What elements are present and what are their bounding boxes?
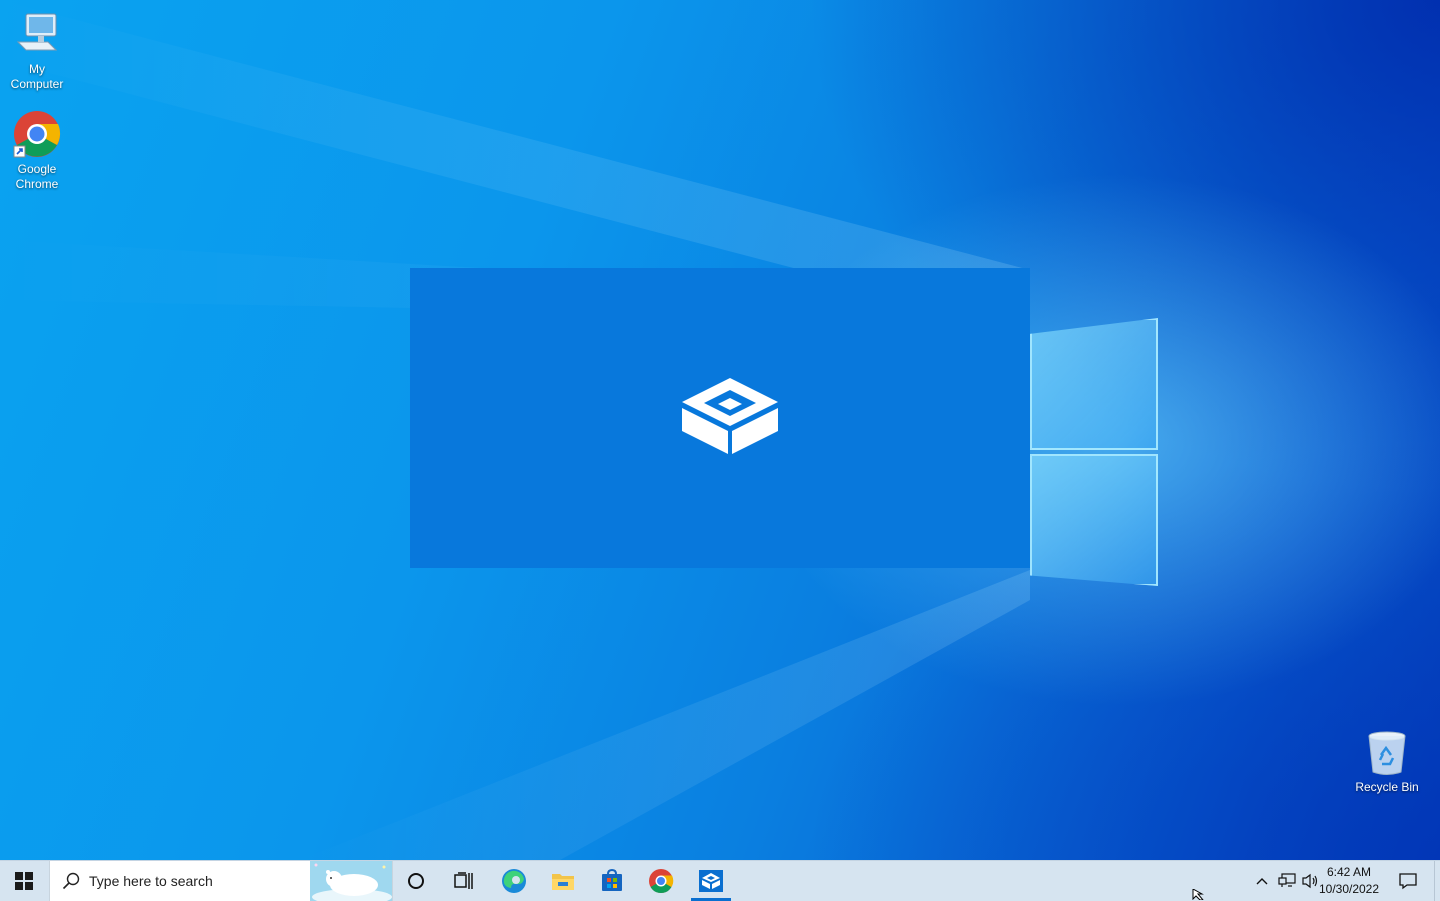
- taskbar: Type here to search 6:42 AM 10/30/2022: [0, 860, 1440, 901]
- windows-sandbox-icon: [699, 870, 723, 892]
- sandbox-splash-window: [410, 268, 1030, 568]
- desktop-icon-google-chrome[interactable]: Google Chrome: [1, 110, 73, 192]
- action-center-button[interactable]: [1392, 861, 1424, 901]
- network-button[interactable]: [1275, 861, 1299, 901]
- windows-start-icon: [15, 872, 33, 890]
- file-explorer-button[interactable]: [539, 861, 587, 901]
- desktop-icon-label: My Computer: [10, 62, 64, 91]
- task-view-button[interactable]: [440, 861, 488, 901]
- show-hidden-icons-button[interactable]: [1250, 861, 1274, 901]
- edge-button[interactable]: [490, 861, 538, 901]
- chevron-up-icon: [1256, 878, 1268, 885]
- desktop-icon-recycle-bin[interactable]: Recycle Bin: [1351, 728, 1423, 795]
- start-button[interactable]: [0, 861, 48, 901]
- desktop-icon-label: Google Chrome: [15, 162, 59, 191]
- network-icon: [1278, 873, 1296, 887]
- task-view-icon: [454, 872, 473, 889]
- wallpaper-logo-pane-top: [1030, 318, 1158, 450]
- file-explorer-icon: [552, 874, 574, 890]
- sandbox-box-icon: [682, 378, 778, 454]
- clock-date: 10/30/2022: [1318, 882, 1380, 896]
- microsoft-store-button[interactable]: [588, 861, 636, 901]
- microsoft-store-icon: [602, 869, 622, 891]
- clock-time: 6:42 AM: [1326, 865, 1372, 879]
- recycle-bin-icon: [1362, 728, 1412, 778]
- show-desktop-button[interactable]: [1434, 861, 1440, 901]
- windows-sandbox-button[interactable]: [687, 861, 735, 901]
- mouse-cursor: [1192, 889, 1204, 900]
- clock[interactable]: 6:42 AM 10/30/2022: [1314, 864, 1384, 898]
- search-placeholder: Type here to search: [89, 873, 213, 889]
- cortana-button[interactable]: [392, 861, 440, 901]
- desktop-icon-label: Recycle Bin: [1355, 780, 1419, 794]
- chrome-icon: [12, 110, 62, 160]
- cortana-icon: [408, 873, 424, 889]
- edge-icon: [502, 869, 526, 893]
- notifications-icon: [1399, 873, 1417, 890]
- chrome-icon: [649, 869, 674, 894]
- search-icon: [62, 872, 80, 890]
- desktop-background: My Computer Google Chrome Recycle Bin: [0, 0, 1440, 860]
- search-highlight-polar-bear-illustration: [310, 861, 392, 901]
- taskbar-search-box[interactable]: Type here to search: [49, 861, 393, 901]
- chrome-taskbar-button[interactable]: [637, 861, 685, 901]
- desktop-icon-my-computer[interactable]: My Computer: [1, 10, 73, 92]
- wallpaper-logo-pane-bottom: [1030, 454, 1158, 586]
- computer-icon: [12, 10, 62, 60]
